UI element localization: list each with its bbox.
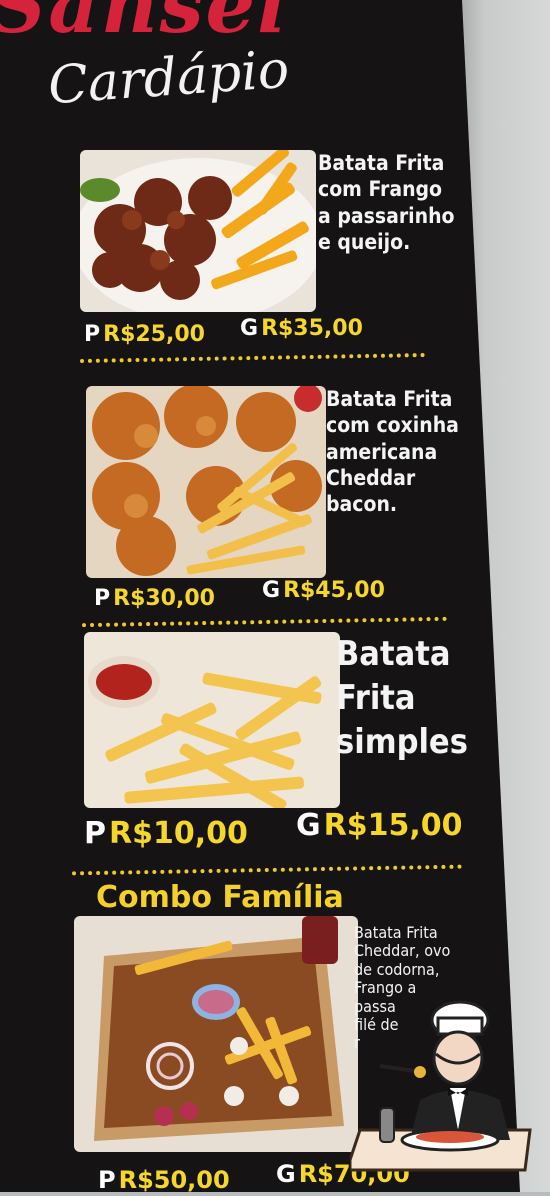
item-3-photo bbox=[84, 632, 340, 808]
combo-title: Combo Família bbox=[96, 880, 344, 915]
item-3-price-p: P R$10,00 bbox=[84, 816, 248, 851]
combo-desc-line: de codorna, bbox=[354, 959, 440, 979]
combo-desc-line: Batata Frita bbox=[354, 923, 438, 942]
item-1-desc-line: com Frango bbox=[318, 177, 443, 202]
item-3-desc-line: simples bbox=[336, 722, 468, 763]
item-1-price-p: P R$25,00 bbox=[84, 322, 205, 347]
item-1-price-g: G R$35,00 bbox=[240, 316, 363, 341]
combo-price-p: P R$50,00 bbox=[98, 1166, 230, 1194]
divider bbox=[79, 352, 426, 364]
item-3-desc-line: Batata bbox=[336, 634, 451, 674]
price-value: R$35,00 bbox=[261, 316, 363, 341]
price-value: R$10,00 bbox=[109, 816, 248, 851]
item-2-photo bbox=[86, 386, 326, 578]
divider bbox=[81, 616, 448, 628]
item-2-description: Batata Frita com coxinha americana Chedd… bbox=[326, 386, 459, 517]
item-1-description: Batata Frita com Frango a passarinho e q… bbox=[318, 150, 455, 255]
item-1-photo bbox=[80, 150, 316, 312]
size-label: G bbox=[240, 316, 259, 341]
size-label: P bbox=[84, 322, 101, 347]
item-2-desc-line: americana bbox=[326, 439, 438, 464]
size-label: G bbox=[296, 808, 321, 843]
size-label: G bbox=[276, 1160, 296, 1188]
item-2-desc-line: com coxinha bbox=[326, 413, 459, 438]
item-2-desc-line: bacon. bbox=[326, 492, 398, 516]
item-3-desc-line: Frita bbox=[336, 678, 416, 719]
waiter-eating-icon bbox=[348, 980, 550, 1192]
item-2-price-g: G R$45,00 bbox=[262, 578, 385, 603]
item-2-desc-line: Batata Frita bbox=[326, 387, 453, 411]
divider bbox=[71, 864, 463, 876]
item-2-price-p: P R$30,00 bbox=[94, 586, 215, 611]
item-3-description: Batata Frita simples bbox=[336, 632, 468, 765]
price-value: R$30,00 bbox=[113, 586, 215, 611]
size-label: P bbox=[98, 1166, 116, 1194]
size-label: P bbox=[94, 586, 111, 611]
item-1-desc-line: a passarinho bbox=[318, 203, 455, 228]
item-1-desc-line: e queijo. bbox=[318, 229, 411, 254]
combo-desc-line: Cheddar, ovo bbox=[354, 941, 451, 961]
item-3-price-g: G R$15,00 bbox=[296, 808, 463, 843]
price-value: R$25,00 bbox=[103, 322, 205, 347]
size-label: P bbox=[84, 816, 106, 851]
menu-subtitle: Cardápio bbox=[46, 39, 291, 117]
size-label: G bbox=[262, 578, 281, 603]
combo-photo bbox=[74, 916, 358, 1152]
price-value: R$15,00 bbox=[323, 808, 463, 843]
item-2-desc-line: Cheddar bbox=[326, 465, 416, 490]
price-value: R$45,00 bbox=[283, 578, 385, 603]
item-1-desc-line: Batata Frita bbox=[318, 151, 445, 175]
price-value: R$50,00 bbox=[118, 1166, 230, 1194]
